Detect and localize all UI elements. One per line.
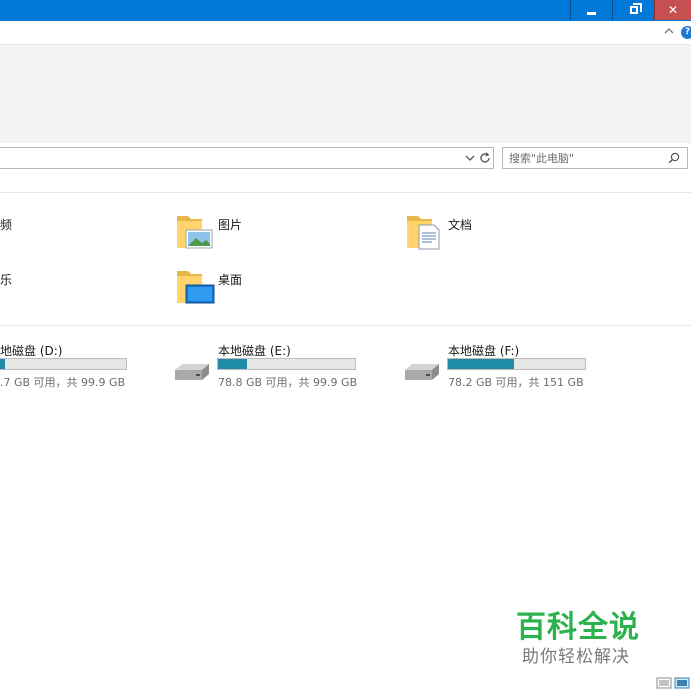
- title-bar: ✕: [0, 0, 691, 21]
- large-icons-view-icon[interactable]: [674, 677, 690, 689]
- folder-pictures[interactable]: 图片: [176, 210, 376, 252]
- watermark-title: 百科全说: [516, 610, 640, 645]
- drive-name: 本地磁盘 (E:): [218, 344, 291, 358]
- documents-folder-icon: [407, 216, 440, 250]
- folder-desktop[interactable]: 桌面: [176, 265, 376, 307]
- details-view-icon[interactable]: [656, 677, 672, 689]
- drive-usage-fill: [218, 359, 247, 369]
- drive-free-space: 78.2 GB 可用，共 151 GB: [448, 376, 584, 389]
- address-bar[interactable]: [0, 147, 494, 169]
- hard-drive-icon: [405, 364, 439, 380]
- folder-label: 文档: [448, 218, 473, 232]
- watermark-subtitle: 助你轻松解决: [522, 647, 630, 667]
- close-button[interactable]: ✕: [654, 0, 691, 20]
- view-mode-toggle: [656, 677, 690, 689]
- search-input[interactable]: [509, 148, 659, 168]
- refresh-icon[interactable]: [478, 151, 492, 165]
- ribbon-body: [0, 45, 691, 144]
- folder-videos[interactable]: 频: [0, 210, 120, 250]
- close-icon: ✕: [667, 3, 679, 17]
- ribbon-collapse-chevron-icon[interactable]: [663, 25, 675, 37]
- drive-usage-bar: [447, 358, 586, 370]
- restore-icon: [629, 3, 642, 14]
- drive-usage-bar: [0, 358, 127, 370]
- ribbon-tab-row: ?: [0, 21, 691, 45]
- drive-name: 本地磁盘 (F:): [448, 344, 520, 358]
- search-icon[interactable]: [668, 152, 680, 164]
- hard-drive-icon: [175, 364, 209, 380]
- folder-label: 桌面: [218, 273, 243, 287]
- folder-documents[interactable]: 文档: [406, 210, 606, 252]
- folder-label: 乐: [0, 273, 13, 287]
- drive-usage-bar: [217, 358, 356, 370]
- folder-music[interactable]: 乐: [0, 265, 120, 305]
- drive-name: 地磁盘 (D:): [0, 344, 63, 358]
- minimize-button[interactable]: [570, 0, 612, 20]
- pictures-folder-icon: [177, 216, 213, 249]
- folder-label: 图片: [218, 218, 243, 232]
- navigation-row: [0, 143, 691, 176]
- drive-free-space: 78.8 GB 可用，共 99.9 GB: [218, 376, 358, 389]
- content-top-divider: [0, 192, 691, 193]
- drive-free-space: .7 GB 可用，共 99.9 GB: [0, 376, 126, 389]
- drive-usage-fill: [448, 359, 514, 369]
- search-box[interactable]: [502, 147, 688, 169]
- folder-label: 频: [0, 218, 13, 232]
- drive-d[interactable]: 地磁盘 (D:) .7 GB 可用，共 99.9 GB: [0, 340, 140, 390]
- address-dropdown-icon[interactable]: [464, 152, 476, 164]
- help-icon[interactable]: ?: [681, 26, 691, 39]
- desktop-folder-icon: [177, 271, 215, 304]
- restore-button[interactable]: [612, 0, 654, 20]
- drive-f[interactable]: 本地磁盘 (F:) 78.2 GB 可用，共 151 GB: [402, 340, 602, 390]
- section-divider: [0, 325, 691, 326]
- minimize-icon: [587, 11, 596, 15]
- drive-usage-fill: [0, 359, 6, 369]
- drive-e[interactable]: 本地磁盘 (E:) 78.8 GB 可用，共 99.9 GB: [172, 340, 372, 390]
